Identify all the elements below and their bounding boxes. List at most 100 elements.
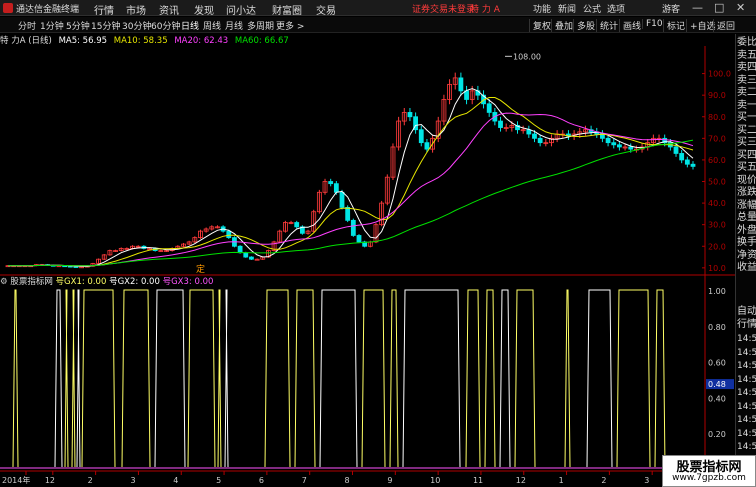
side-label: 买一	[737, 112, 756, 123]
restore-rights-button[interactable]: 复权	[529, 19, 551, 32]
signal-pulse	[654, 289, 666, 468]
signal-pulse	[294, 289, 316, 468]
ma5-line	[8, 88, 694, 268]
tick-time: 14:5	[737, 415, 756, 425]
indicator-name: 股票指标网	[10, 277, 53, 287]
period-tab[interactable]: 分时	[18, 19, 36, 32]
menu-wealth[interactable]: 财富圈	[272, 2, 302, 17]
tick-time: 14:5	[737, 442, 756, 452]
tick-time: 14:5	[737, 361, 756, 371]
period-tab[interactable]: 月线	[225, 19, 243, 32]
menu-news[interactable]: 资讯	[159, 2, 179, 17]
x-tick-label: 2	[88, 476, 93, 485]
candle	[464, 90, 469, 100]
side-label: 换手	[737, 237, 756, 248]
multi-stock-button[interactable]: 多股	[573, 19, 595, 32]
y-tick-label: 20.0	[708, 242, 726, 251]
mark-button[interactable]: 标记	[663, 19, 685, 32]
menu-quotes[interactable]: 行情	[94, 2, 114, 17]
signal-pulse	[154, 289, 186, 468]
kline-chart[interactable]: 100.090.080.070.060.050.040.030.020.010.…	[0, 46, 735, 487]
candle	[226, 230, 232, 239]
candle	[532, 133, 537, 139]
y-tick-label: 40.0	[708, 199, 726, 208]
add-watchlist-button[interactable]: +自选	[686, 19, 716, 32]
signal-pulse	[499, 289, 511, 468]
period-tab[interactable]: 15分钟	[91, 19, 120, 32]
menu-trade[interactable]: 交易	[316, 2, 336, 17]
period-tab[interactable]: 1分钟	[40, 19, 64, 32]
gx1-label: 号GX1: 0.00	[55, 277, 107, 287]
guest-user[interactable]: 游客	[662, 2, 680, 15]
close-icon[interactable]: ✕	[736, 1, 745, 14]
side-label: 买三	[737, 137, 756, 148]
login-status[interactable]: 证券交易未登录	[412, 2, 475, 15]
side-label: 买四	[737, 149, 756, 161]
ma5-label: MA5: 56.95	[58, 36, 108, 46]
candle	[628, 146, 634, 150]
menu-function[interactable]: 功能	[533, 2, 551, 15]
candle	[339, 191, 345, 208]
period-tab[interactable]: 周线	[203, 19, 221, 32]
x-tick-label: 3	[130, 476, 135, 485]
side-label: 卖五	[737, 49, 756, 61]
indicator-settings-icon[interactable]: ⚙	[0, 277, 10, 287]
signal-pulse	[564, 289, 571, 468]
period-tab-active[interactable]: 日线	[181, 19, 199, 32]
x-tick-label: 5	[216, 476, 221, 485]
menu-discover[interactable]: 发现	[194, 2, 214, 17]
minimize-icon[interactable]: —	[692, 1, 703, 14]
signal-pulse	[187, 289, 216, 468]
signal-pulse	[616, 289, 651, 468]
period-tab[interactable]: 5分钟	[66, 19, 90, 32]
candle	[486, 103, 492, 113]
menu-options[interactable]: 选项	[607, 2, 625, 15]
side-label: 卖二	[737, 87, 756, 98]
signal-pulse	[71, 289, 76, 468]
menu-formula[interactable]: 公式	[583, 2, 601, 15]
statistics-button[interactable]: 统计	[596, 19, 618, 32]
back-button[interactable]: 返回	[713, 19, 735, 32]
candle	[294, 222, 300, 228]
signal-pulse	[121, 289, 151, 468]
menu-ask[interactable]: 问小达	[226, 2, 256, 17]
x-tick-label: 10	[430, 476, 440, 485]
period-tab-more[interactable]: 更多 >	[276, 19, 304, 32]
x-tick-label: 9	[387, 476, 392, 485]
candle	[418, 129, 424, 144]
peak-annotation: 108.00	[513, 52, 541, 61]
candle	[605, 137, 611, 144]
event-marker: 定	[196, 263, 205, 275]
draw-line-button[interactable]: 画线	[619, 19, 641, 32]
ma20-label: MA20: 62.43	[174, 36, 229, 46]
candle	[356, 235, 362, 243]
candle	[328, 181, 334, 185]
x-tick-label: 6	[259, 476, 264, 485]
period-tab[interactable]: 30分钟	[122, 19, 151, 32]
side-label: 总量	[737, 212, 756, 223]
period-tab[interactable]: 60分钟	[151, 19, 180, 32]
signal-pulse	[76, 289, 81, 468]
candle	[237, 245, 243, 254]
menu-news-right[interactable]: 新闻	[558, 2, 576, 15]
maximize-icon[interactable]: □	[714, 1, 724, 14]
overlay-button[interactable]: 叠加	[551, 19, 573, 32]
indicator-y-tick-label: 0.80	[708, 323, 726, 332]
signal-pulse	[319, 289, 358, 468]
menu-market[interactable]: 市场	[126, 2, 146, 17]
x-tick-label: 1	[559, 476, 564, 485]
side-label: 涨幅	[737, 199, 756, 211]
side-label: 卖一	[737, 99, 756, 111]
y-tick-label: 50.0	[708, 178, 726, 187]
f10-button[interactable]: F10	[642, 19, 663, 29]
candle	[350, 219, 356, 236]
watermark-url: www.7gpzb.com	[672, 473, 746, 483]
period-tab[interactable]: 多周期	[247, 19, 274, 32]
candle	[243, 252, 249, 258]
signal-pulse	[484, 289, 496, 468]
candle	[537, 137, 543, 144]
y-tick-label: 30.0	[708, 221, 726, 230]
signal-pulse	[64, 289, 69, 468]
x-tick-label: 12	[516, 476, 526, 485]
x-tick-label: 11	[473, 476, 483, 485]
